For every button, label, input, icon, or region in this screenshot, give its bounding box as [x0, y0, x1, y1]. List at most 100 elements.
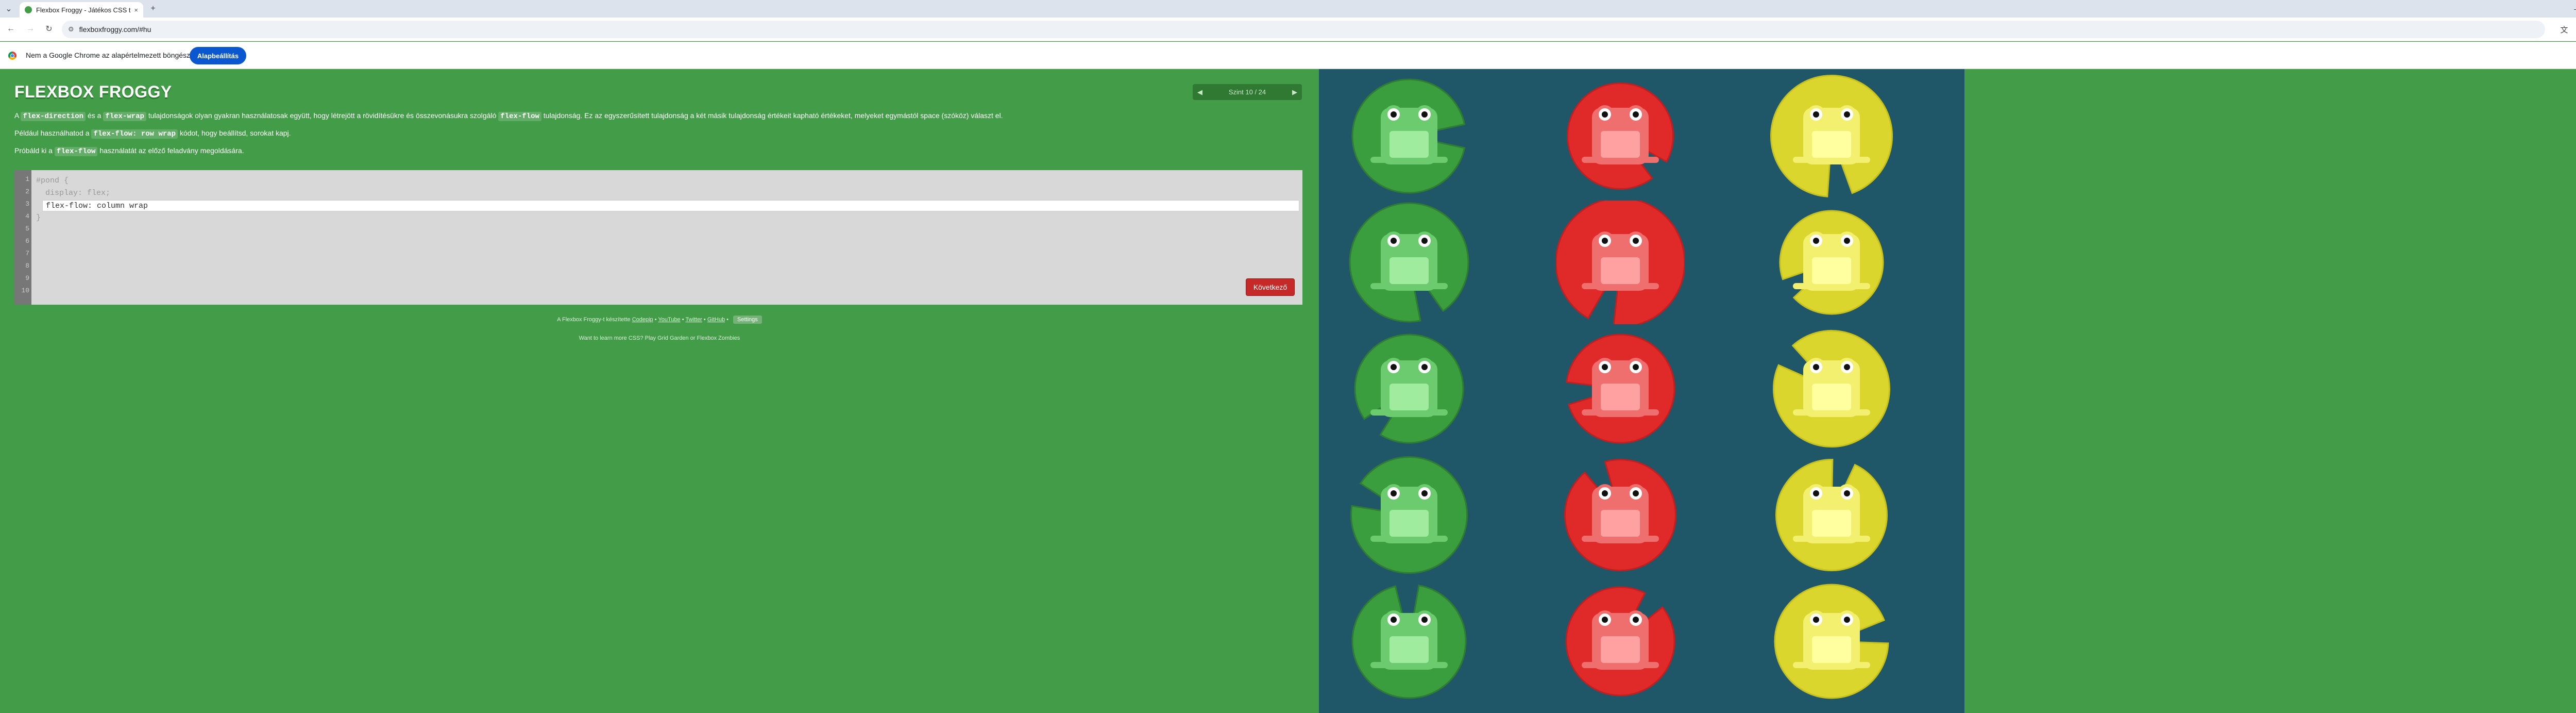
- forward-icon[interactable]: →: [25, 23, 36, 35]
- level-indicator[interactable]: Szint 10 / 24: [1207, 88, 1287, 96]
- prev-level-icon[interactable]: ◀: [1193, 88, 1207, 96]
- address-bar[interactable]: ⚙ flexboxfroggy.com/#hu: [62, 21, 2545, 38]
- yellow-frog-graphic: [1770, 75, 1893, 197]
- red-lilypad-frog: [1556, 74, 1685, 198]
- instruction-paragraph-1: A flex-direction és a flex-wrap tulajdon…: [14, 111, 1003, 121]
- frog-belly: [1601, 384, 1640, 410]
- frog-belly: [1389, 131, 1429, 158]
- frog-pupil-right: [1633, 364, 1639, 370]
- red-lilypad-frog: [1556, 453, 1685, 577]
- frog-pupil-right: [1421, 111, 1428, 118]
- frog-pupil-left: [1602, 364, 1608, 370]
- frog-pupil-right: [1844, 238, 1850, 244]
- green-frog-graphic: [1351, 78, 1466, 194]
- frog-belly: [1389, 510, 1429, 537]
- green-lilypad-frog: [1345, 579, 1473, 703]
- yellow-frog-graphic: [1775, 459, 1888, 571]
- set-default-button[interactable]: Alapbeállítás: [190, 47, 246, 64]
- frog-pupil-left: [1602, 111, 1608, 118]
- codepip-link[interactable]: Codepip: [632, 317, 653, 323]
- frog-pupil-left: [1391, 490, 1397, 496]
- yellow-lilypad-frog: [1767, 327, 1896, 451]
- tab-search-icon[interactable]: ⌄: [3, 3, 14, 14]
- code-editor: [14, 170, 1302, 305]
- green-frog-graphic: [1349, 202, 1469, 323]
- frog-pupil-left: [1391, 364, 1397, 370]
- frog-pupil-left: [1391, 111, 1397, 118]
- frog-pupil-left: [1602, 238, 1608, 244]
- line-numbers: 1 2 3 4 5 6 7 8 9 10: [14, 170, 31, 305]
- url-text: flexboxfroggy.com/#hu: [79, 25, 151, 34]
- frog-belly: [1812, 384, 1851, 410]
- frog-pupil-right: [1633, 490, 1639, 496]
- page-title: FLEXBOX FROGGY: [14, 82, 172, 101]
- twitter-link[interactable]: Twitter: [685, 317, 702, 323]
- red-frog-graphic: [1555, 197, 1686, 328]
- frog-belly: [1812, 131, 1851, 158]
- red-frog-graphic: [1566, 334, 1675, 444]
- frog-belly: [1389, 257, 1429, 284]
- red-lilypad-frog: [1555, 197, 1686, 328]
- next-level-icon[interactable]: ▶: [1287, 88, 1302, 96]
- frog-belly: [1601, 131, 1640, 158]
- frog-pupil-right: [1844, 111, 1850, 118]
- code-flex-flow-row-wrap: flex-flow: row wrap: [91, 129, 178, 139]
- default-browser-infobar: [0, 42, 2576, 69]
- new-tab-button[interactable]: +: [147, 3, 159, 14]
- flexbox-zombies-link[interactable]: Flexbox Zombies: [697, 335, 740, 341]
- yellow-lilypad-frog: [1767, 201, 1896, 324]
- code-flex-flow-2: flex-flow: [54, 147, 98, 156]
- frog-pupil-right: [1421, 617, 1428, 623]
- red-frog-graphic: [1565, 586, 1675, 697]
- next-level-button[interactable]: Következő: [1246, 278, 1295, 296]
- frog-belly: [1389, 384, 1429, 410]
- back-icon[interactable]: ←: [5, 23, 16, 35]
- frog-pupil-right: [1844, 364, 1850, 370]
- frog-belly: [1812, 257, 1851, 284]
- tab-strip: [0, 0, 2576, 18]
- minimize-button[interactable]: –: [2568, 3, 2576, 14]
- css-code-input[interactable]: [42, 200, 1299, 211]
- settings-button[interactable]: Settings: [733, 316, 762, 324]
- translate-icon[interactable]: 文: [2558, 23, 2570, 36]
- frog-pupil-left: [1813, 111, 1819, 118]
- green-frog-graphic: [1351, 584, 1467, 699]
- frog-belly: [1812, 510, 1851, 537]
- frog-pupil-left: [1391, 617, 1397, 623]
- youtube-link[interactable]: YouTube: [658, 317, 680, 323]
- grid-garden-link[interactable]: Grid Garden: [657, 335, 689, 341]
- yellow-lilypad-frog: [1767, 74, 1896, 198]
- code-flex-direction: flex-direction: [21, 112, 86, 121]
- infobar-text: Nem a Google Chrome az alapértelmezett b…: [26, 51, 194, 59]
- yellow-frog-graphic: [1773, 330, 1890, 447]
- instruction-paragraph-3: Próbáld ki a flex-flow használatát az el…: [14, 146, 244, 156]
- code-line-selector: #pond {: [36, 176, 69, 185]
- active-tab[interactable]: Flexbox Froggy - Játékos CSS t ×: [20, 2, 143, 18]
- frog-pupil-left: [1813, 238, 1819, 244]
- code-line-display: display: flex;: [36, 189, 111, 197]
- chrome-logo-icon: [8, 52, 16, 60]
- frog-pupil-left: [1602, 617, 1608, 623]
- red-lilypad-frog: [1556, 579, 1685, 703]
- frog-pupil-right: [1633, 111, 1639, 118]
- frog-belly: [1601, 257, 1640, 284]
- frog-pupil-left: [1813, 617, 1819, 623]
- red-lilypad-frog: [1556, 327, 1685, 451]
- frog-belly: [1389, 636, 1429, 663]
- frog-belly: [1601, 636, 1640, 663]
- frog-pupil-left: [1391, 238, 1397, 244]
- frog-pupil-right: [1421, 490, 1428, 496]
- favicon-icon: [25, 6, 32, 13]
- site-info-icon[interactable]: ⚙: [68, 25, 74, 34]
- github-link[interactable]: GitHub: [707, 317, 725, 323]
- frog-belly: [1601, 510, 1640, 537]
- reload-icon[interactable]: ↻: [43, 23, 55, 35]
- green-frog-graphic: [1350, 456, 1468, 574]
- green-frog-graphic: [1354, 334, 1464, 444]
- frog-pupil-left: [1813, 490, 1819, 496]
- credits-line: A Flexbox Froggy-t készítette Codepip • …: [0, 316, 1319, 324]
- tab-close-icon[interactable]: ×: [134, 6, 138, 14]
- red-frog-graphic: [1564, 459, 1676, 571]
- frog-pupil-right: [1844, 490, 1850, 496]
- code-flex-flow: flex-flow: [498, 112, 541, 121]
